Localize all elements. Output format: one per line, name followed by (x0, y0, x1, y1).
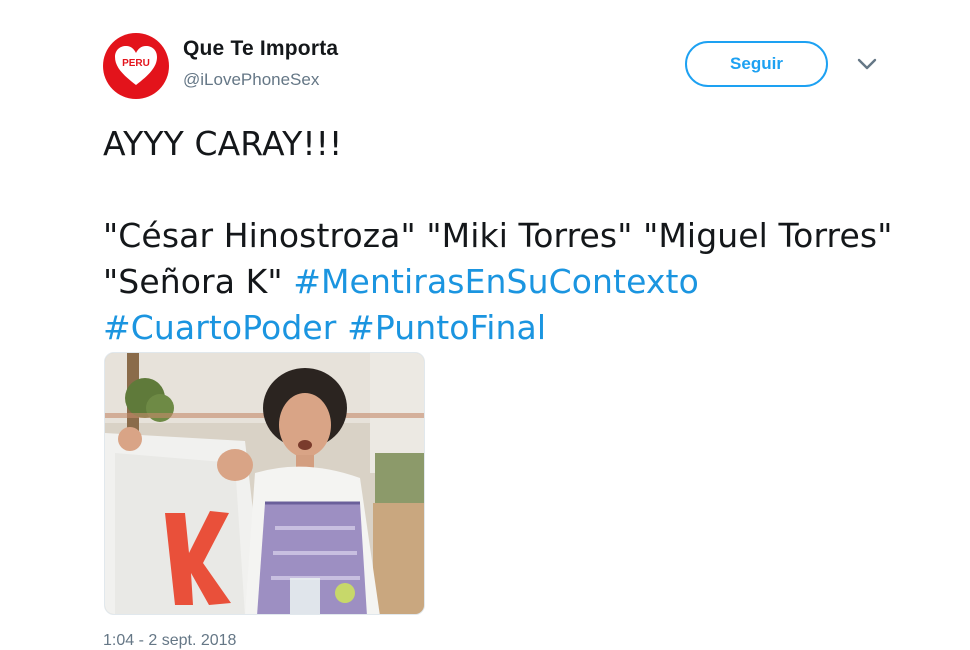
follow-button[interactable]: Seguir (685, 41, 828, 87)
author-handle[interactable]: @iLovePhoneSex (183, 70, 319, 90)
chevron-down-icon[interactable] (856, 56, 878, 72)
author-name[interactable]: Que Te Importa (183, 37, 338, 61)
tweet-media-image[interactable]: K (104, 352, 425, 615)
hashtag-link[interactable]: #CuartoPoder (103, 308, 336, 347)
tweet-text: AYYY CARAY!!! "César Hinostroza" "Miki T… (103, 121, 903, 351)
tweet-timestamp[interactable]: 1:04 - 2 sept. 2018 (103, 632, 236, 650)
avatar-text: PERU (122, 58, 150, 69)
hashtag-link[interactable]: #PuntoFinal (347, 308, 546, 347)
heart-logo-icon: PERU (115, 46, 157, 85)
tweet-line-1: AYYY CARAY!!! (103, 124, 343, 163)
tweet-line-2: "César Hinostroza" "Miki Torres" "Miguel… (103, 213, 903, 351)
avatar[interactable]: PERU (103, 33, 169, 99)
hashtag-link[interactable]: #MentirasEnSuContexto (293, 262, 699, 301)
